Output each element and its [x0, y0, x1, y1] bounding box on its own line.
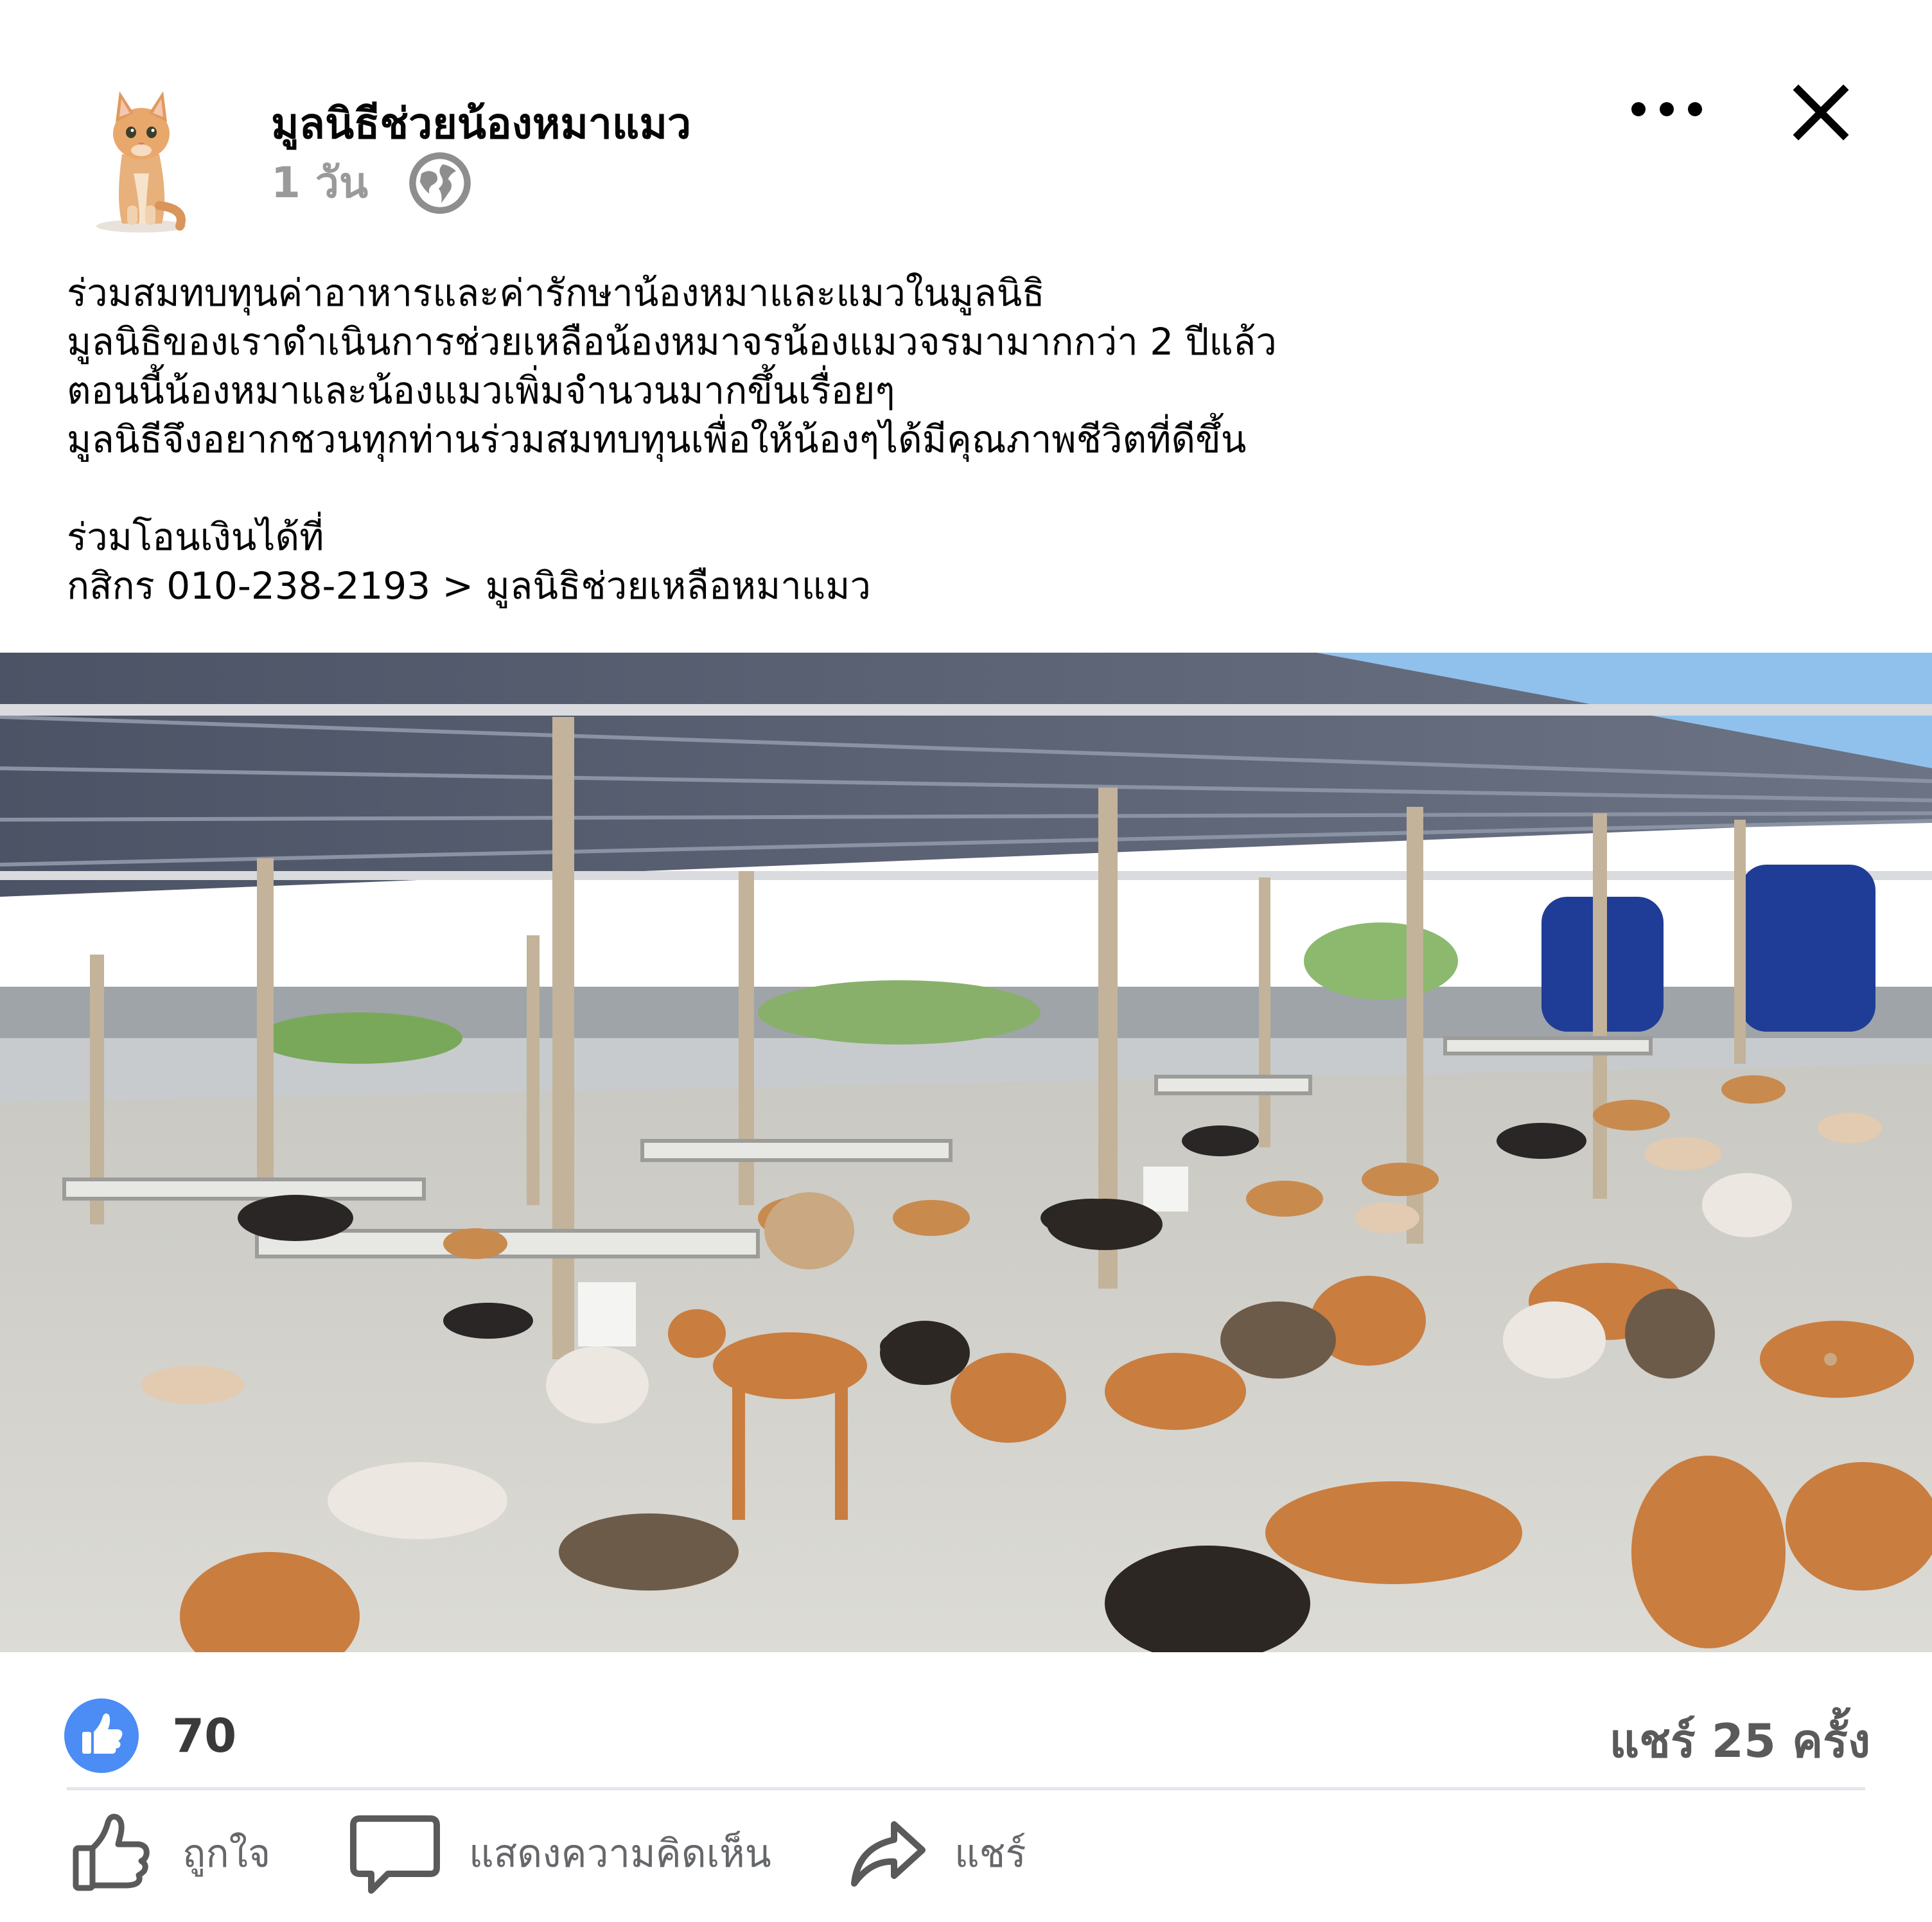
comment-label: แสดงความคิดเห็น: [469, 1831, 771, 1876]
comment-icon: [350, 1815, 440, 1894]
post-time[interactable]: 1 วัน: [271, 149, 368, 216]
post-meta: 1 วัน: [271, 149, 473, 216]
page-avatar[interactable]: [77, 77, 206, 238]
comment-button[interactable]: แสดงความคิดเห็น: [347, 1805, 771, 1901]
like-count[interactable]: 70: [172, 1709, 236, 1763]
divider: [67, 1787, 1865, 1790]
more-options-button[interactable]: [1631, 90, 1702, 128]
ellipsis-icon: [1631, 102, 1646, 116]
post-line-blank: [67, 464, 1865, 513]
post-line: มูลนิธีจึงอยากชวนทุกท่านร่วมสมทบทุนเพื่อ…: [67, 418, 1247, 461]
like-reaction-icon[interactable]: [63, 1697, 140, 1774]
post-line: มูลนิธิของเราดำเนินการช่วยเหลือน้องหมาจร…: [67, 320, 1277, 364]
globe-icon: [409, 152, 471, 214]
share-count[interactable]: แชร์ 25 ครั้ง: [1610, 1704, 1870, 1777]
post-line: ร่วมสมทบทุนค่าอาหารและค่ารักษาน้องหมาและ…: [67, 271, 1045, 315]
thumbs-up-icon: [73, 1813, 150, 1891]
post-photo[interactable]: [0, 653, 1932, 1652]
share-button[interactable]: แชร์: [845, 1805, 1026, 1901]
post-line: ร่วมโอนเงินได้ที่: [67, 515, 324, 559]
share-arrow-icon: [851, 1821, 926, 1887]
like-label: ถูกใจ: [182, 1831, 271, 1876]
close-icon[interactable]: [1792, 84, 1850, 141]
post-line: กสิกร 010-238-2193 > มูลนิธิช่วยเหลือหมา…: [67, 564, 871, 608]
page-name[interactable]: มูลนิธีช่วยน้องหมาแมว: [271, 90, 691, 157]
post-text: ร่วมสมทบทุนค่าอาหารและค่ารักษาน้องหมาและ…: [67, 269, 1865, 610]
like-button[interactable]: ถูกใจ: [67, 1805, 270, 1901]
share-label: แชร์: [954, 1831, 1026, 1876]
post-line: ตอนนี้น้องหมาและน้องแมวเพิ่มจำนวนมากขึ้น…: [67, 369, 895, 412]
